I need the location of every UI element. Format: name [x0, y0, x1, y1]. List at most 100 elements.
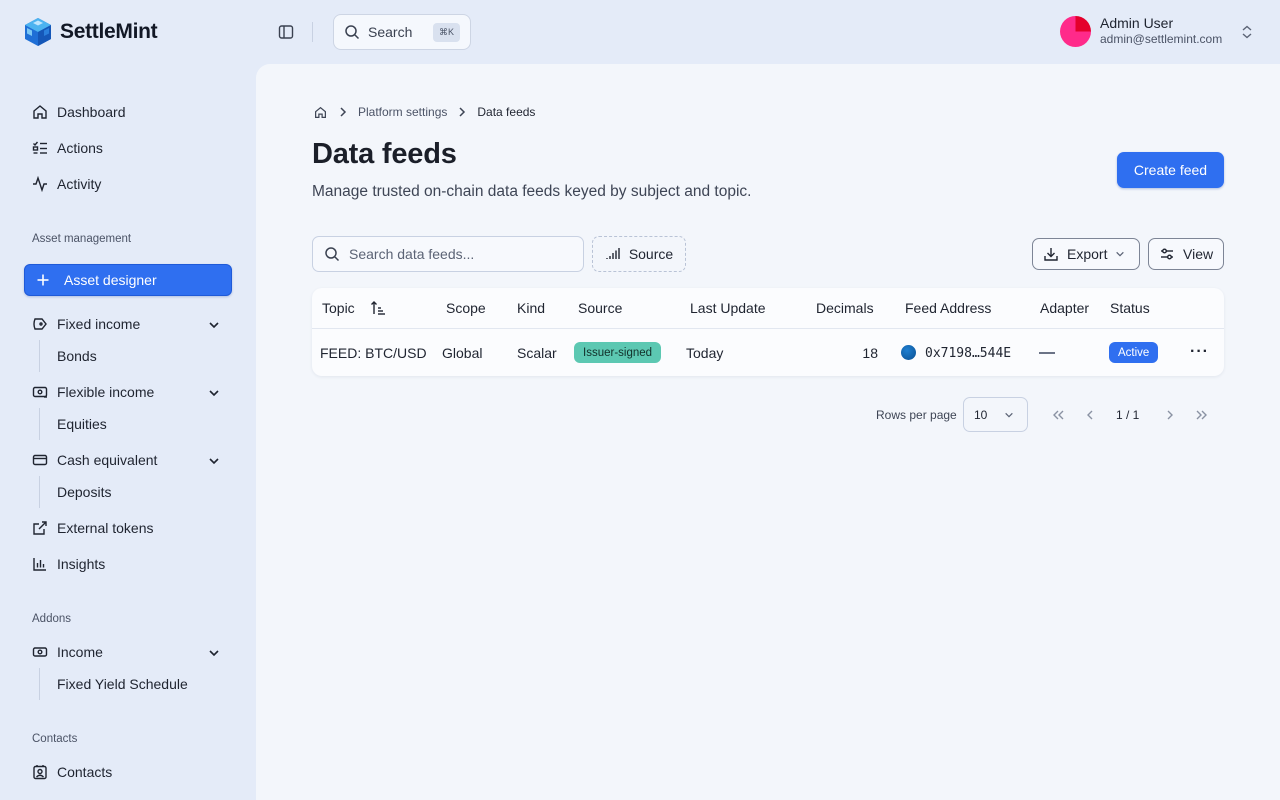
search-shortcut-badge: ⌘K	[432, 22, 460, 42]
sidebar-subitem-bonds[interactable]: Bonds	[57, 348, 97, 364]
cell-adapter-empty: —	[1039, 352, 1055, 354]
global-search-button[interactable]: Search ⌘K	[333, 14, 471, 50]
sidebar-subitem-equities[interactable]: Equities	[57, 416, 107, 432]
signal-icon	[605, 246, 621, 262]
column-header-last-update[interactable]: Last Update	[690, 300, 766, 316]
column-header-source[interactable]: Source	[578, 300, 622, 316]
panel-left-icon	[278, 24, 294, 40]
submenu-guide-line	[39, 476, 40, 508]
column-header-status[interactable]: Status	[1110, 300, 1150, 316]
banknote-icon	[32, 644, 48, 660]
sidebar-item-label: External tokens	[57, 520, 154, 536]
sidebar-item-label: Flexible income	[57, 384, 155, 400]
cell-scope: Global	[442, 345, 483, 361]
chevron-down-icon	[206, 453, 222, 469]
brand-logo[interactable]: SettleMint	[24, 17, 158, 47]
sidebar-item-label: Actions	[57, 140, 103, 156]
sidebar-item-dashboard[interactable]: Dashboard	[24, 96, 232, 128]
row-actions-button[interactable]: ···	[1190, 343, 1209, 361]
chevron-left-icon	[1082, 407, 1098, 423]
sidebar-item-actions[interactable]: Actions	[24, 132, 232, 164]
column-header-decimals[interactable]: Decimals	[816, 300, 874, 316]
asset-designer-button[interactable]: Asset designer	[24, 264, 232, 296]
submenu-guide-line	[39, 668, 40, 700]
list-check-icon	[32, 140, 48, 156]
sidebar-item-fixed-income[interactable]: Fixed income	[24, 308, 232, 340]
rows-per-page-select[interactable]: 10	[963, 397, 1028, 432]
status-badge: Active	[1109, 342, 1159, 363]
more-horizontal-icon: ···	[1190, 343, 1209, 360]
breadcrumb-link-platform-settings[interactable]: Platform settings	[358, 105, 447, 119]
chevron-down-icon	[206, 645, 222, 661]
sidebar-item-flexible-income[interactable]: Flexible income	[24, 376, 232, 408]
first-page-button[interactable]	[1048, 405, 1068, 425]
column-header-kind[interactable]: Kind	[517, 300, 545, 316]
column-header-scope[interactable]: Scope	[446, 300, 486, 316]
source-filter-label: Source	[628, 246, 674, 262]
sidebar-subitem-fixed-yield-schedule[interactable]: Fixed Yield Schedule	[57, 676, 188, 692]
user-menu[interactable]: Admin User admin@settlemint.com	[1060, 15, 1222, 47]
brand-name: SettleMint	[60, 20, 158, 43]
sidebar-section-asset-management: Asset management	[32, 233, 132, 245]
plus-icon	[35, 272, 51, 288]
submenu-guide-line	[39, 408, 40, 440]
asset-designer-label: Asset designer	[64, 272, 157, 288]
chevrons-left-icon	[1050, 407, 1066, 423]
cell-feed-address[interactable]: 0x7198…544E	[925, 346, 1011, 361]
breadcrumb-current: Data feeds	[477, 105, 536, 119]
sliders-icon	[1159, 246, 1175, 262]
source-badge: Issuer-signed	[574, 342, 662, 363]
next-page-button[interactable]	[1160, 405, 1180, 425]
chevrons-up-down-icon[interactable]	[1239, 24, 1255, 40]
sidebar-subitem-deposits[interactable]: Deposits	[57, 484, 111, 500]
user-name: Admin User	[1100, 15, 1174, 31]
credit-card-icon	[32, 452, 48, 468]
sidebar-item-external-tokens[interactable]: External tokens	[24, 512, 232, 544]
settlemint-logo-icon	[24, 17, 52, 47]
chevron-down-icon	[1115, 246, 1125, 262]
cell-topic: FEED: BTC/USD	[320, 345, 427, 361]
chevron-right-icon	[457, 104, 467, 120]
sort-ascending-icon[interactable]	[370, 300, 386, 316]
search-icon	[324, 246, 340, 262]
user-email: admin@settlemint.com	[1100, 32, 1223, 46]
sidebar-item-activity[interactable]: Activity	[24, 168, 232, 200]
global-search-label: Search	[368, 24, 413, 40]
activity-icon	[32, 176, 48, 192]
sidebar-item-label: Fixed income	[57, 316, 141, 332]
sidebar-item-income[interactable]: Income	[24, 636, 232, 668]
sidebar-item-label: Income	[57, 644, 103, 660]
chevron-down-icon	[1001, 407, 1017, 423]
cell-last-update: Today	[686, 345, 724, 361]
rows-per-page-label: Rows per page	[876, 408, 957, 422]
sidebar-item-cash-equivalent[interactable]: Cash equivalent	[24, 444, 232, 476]
create-feed-button[interactable]: Create feed	[1117, 152, 1224, 188]
column-header-adapter[interactable]: Adapter	[1040, 300, 1089, 316]
sidebar-toggle-button[interactable]	[276, 22, 296, 42]
contact-icon	[32, 764, 48, 780]
sidebar-item-contacts[interactable]: Contacts	[24, 756, 232, 788]
sidebar-section-addons: Addons	[32, 613, 72, 625]
export-button[interactable]: Export	[1032, 238, 1140, 270]
cell-kind: Scalar	[517, 345, 557, 361]
source-filter-button[interactable]: Source	[592, 236, 686, 272]
column-header-feed-address[interactable]: Feed Address	[905, 300, 991, 316]
submenu-guide-line	[39, 340, 40, 372]
search-icon	[344, 24, 360, 40]
home-icon[interactable]	[312, 104, 328, 120]
ticket-percent-icon	[32, 316, 48, 332]
column-header-topic[interactable]: Topic	[322, 300, 355, 316]
download-icon	[1043, 246, 1059, 262]
home-icon	[32, 104, 48, 120]
breadcrumb: Platform settings Data feeds	[312, 104, 535, 120]
sidebar-item-insights[interactable]: Insights	[24, 548, 232, 580]
sidebar-item-label: Activity	[57, 176, 102, 192]
table-search-field[interactable]: Search data feeds...	[312, 236, 584, 272]
banknote-arrow-icon	[32, 384, 48, 400]
external-link-icon	[32, 520, 48, 536]
last-page-button[interactable]	[1192, 405, 1212, 425]
rows-per-page-value: 10	[974, 407, 988, 422]
previous-page-button[interactable]	[1080, 405, 1100, 425]
chevron-down-icon	[206, 317, 222, 333]
view-options-button[interactable]: View	[1148, 238, 1224, 270]
